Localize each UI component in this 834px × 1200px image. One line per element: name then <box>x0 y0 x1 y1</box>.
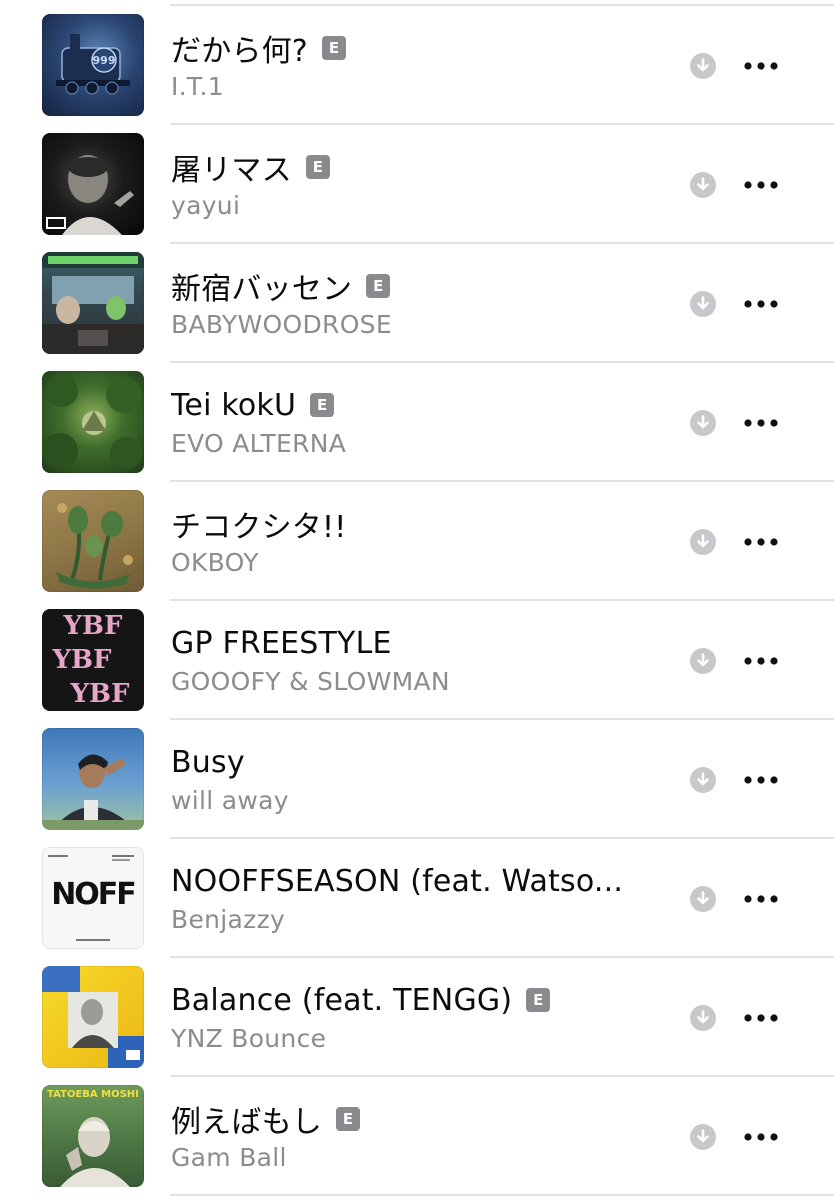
track-title-line: チコクシタ!! <box>171 502 346 546</box>
track-title-line: NOOFFSEASON (feat. Watso... <box>171 859 623 903</box>
more-icon[interactable] <box>741 50 781 82</box>
album-artwork: YBF YBF YBF <box>42 609 144 711</box>
track-title-line: 屠リマス E <box>171 145 330 189</box>
track-row[interactable]: YBF YBF YBF GP FREESTYLE GOOOFY & SLOWMA… <box>0 601 834 720</box>
download-icon[interactable] <box>689 1123 717 1151</box>
plant-art-graphic <box>56 503 133 589</box>
track-artist: I.T.1 <box>171 72 224 101</box>
track-artist: EVO ALTERNA <box>171 429 347 458</box>
track-artist: YNZ Bounce <box>171 1024 327 1053</box>
artwork-text: YBF <box>52 645 112 675</box>
artwork-text: 999 <box>92 54 116 67</box>
track-title-line: Busy <box>171 740 245 784</box>
track-artist: will away <box>171 786 289 815</box>
album-artwork <box>42 490 144 592</box>
track-artist: Gam Ball <box>171 1143 287 1172</box>
download-icon[interactable] <box>689 290 717 318</box>
track-title: Tei kokU <box>171 387 297 423</box>
more-icon[interactable] <box>741 1002 781 1034</box>
track-title: 例えばもし <box>171 1105 322 1140</box>
more-icon[interactable] <box>741 883 781 915</box>
download-icon[interactable] <box>689 1004 717 1032</box>
collage-art-graphic <box>42 966 144 1068</box>
track-artist: OKBOY <box>171 548 259 577</box>
track-title: GP FREESTYLE <box>171 625 392 661</box>
track-row[interactable]: Balance (feat. TENGG) E YNZ Bounce <box>0 958 834 1077</box>
download-icon[interactable] <box>689 409 717 437</box>
track-row[interactable]: NOFF NOOFFSEASON (feat. Watso... Benjazz… <box>0 839 834 958</box>
explicit-badge: E <box>305 155 330 179</box>
track-artist: BABYWOODROSE <box>171 310 392 339</box>
download-icon[interactable] <box>689 528 717 556</box>
download-icon[interactable] <box>689 766 717 794</box>
download-icon[interactable] <box>689 885 717 913</box>
album-artwork <box>42 966 144 1068</box>
track-title-line: 例えばもし E <box>171 1097 360 1141</box>
track-title-line: GP FREESTYLE <box>171 621 392 665</box>
track-title-line: 新宿バッセン E <box>171 264 391 308</box>
explicit-badge: E <box>310 393 335 417</box>
cockpit-art-graphic <box>42 252 144 354</box>
more-icon[interactable] <box>741 169 781 201</box>
track-row[interactable]: 999 だから何? E I.T.1 <box>0 6 834 125</box>
explicit-badge: E <box>526 988 551 1012</box>
track-title: だから何? <box>171 34 308 69</box>
track-artist: GOOOFY & SLOWMAN <box>171 667 450 696</box>
portrait-art-graphic <box>60 1117 130 1187</box>
download-icon[interactable] <box>689 52 717 80</box>
forest-art-graphic <box>42 375 142 469</box>
download-icon[interactable] <box>689 171 717 199</box>
album-artwork <box>42 252 144 354</box>
track-title: NOOFFSEASON (feat. Watso... <box>171 863 624 899</box>
track-artist: yayui <box>171 191 241 220</box>
artwork-text: YBF <box>63 611 123 641</box>
more-icon[interactable] <box>741 288 781 320</box>
album-artwork: TATOEBA MOSHI <box>42 1085 144 1187</box>
album-artwork: NOFF <box>42 847 144 949</box>
explicit-badge: E <box>336 1107 360 1131</box>
download-icon[interactable] <box>689 647 717 675</box>
track-title: Balance (feat. TENGG) <box>171 982 513 1018</box>
artwork-lines-graphic <box>48 855 134 941</box>
explicit-badge: E <box>321 36 346 60</box>
track-row[interactable]: 新宿バッセン E BABYWOODROSE <box>0 244 834 363</box>
track-row[interactable]: 屠リマス E yayui <box>0 125 834 244</box>
track-title: チコクシタ!! <box>171 510 347 545</box>
track-list: 999 だから何? E I.T.1 屠リマス E yayui 新宿バッセン E … <box>0 6 834 1196</box>
portrait-art-graphic <box>46 155 134 235</box>
album-artwork: 999 <box>42 14 144 116</box>
more-icon[interactable] <box>741 645 781 677</box>
track-row[interactable]: TATOEBA MOSHI 例えばもし E Gam Ball <box>0 1077 834 1196</box>
more-icon[interactable] <box>741 526 781 558</box>
person-art-graphic <box>42 754 144 830</box>
track-row[interactable]: Tei kokU E EVO ALTERNA <box>0 363 834 482</box>
explicit-badge: E <box>366 274 391 298</box>
track-title-line: Balance (feat. TENGG) E <box>171 978 551 1022</box>
more-icon[interactable] <box>741 764 781 796</box>
track-row[interactable]: Busy will away <box>0 720 834 839</box>
more-icon[interactable] <box>741 1121 781 1153</box>
track-title: Busy <box>171 744 245 780</box>
album-artwork <box>42 133 144 235</box>
album-artwork <box>42 728 144 830</box>
track-row[interactable]: チコクシタ!! OKBOY <box>0 482 834 601</box>
track-title-line: Tei kokU E <box>171 383 335 427</box>
more-icon[interactable] <box>741 407 781 439</box>
album-artwork <box>42 371 144 473</box>
track-title-line: だから何? E <box>171 26 346 70</box>
track-artist: Benjazzy <box>171 905 286 934</box>
track-title: 屠リマス <box>171 153 292 188</box>
artwork-text: YBF <box>70 679 130 709</box>
track-title: 新宿バッセン <box>171 272 353 307</box>
